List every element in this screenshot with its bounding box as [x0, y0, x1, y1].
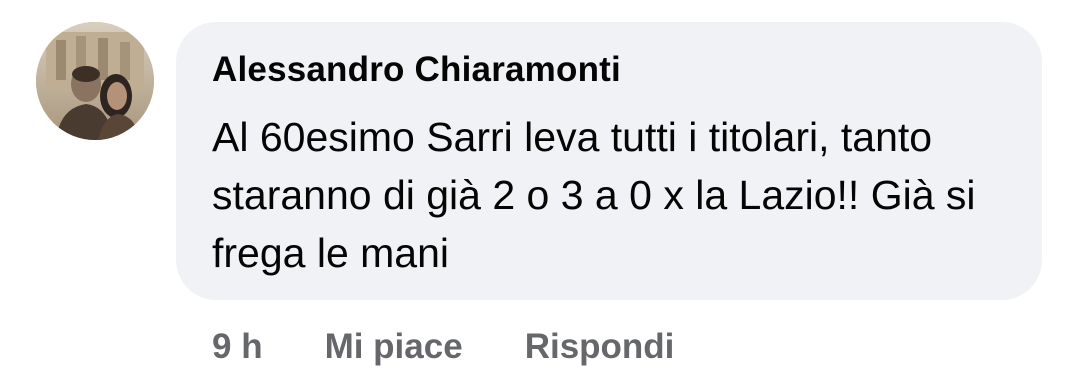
- comment-author[interactable]: Alessandro Chiaramonti: [212, 50, 621, 90]
- avatar[interactable]: [36, 22, 154, 140]
- comment-text: Al 60esimo Sarri leva tutti i titolari, …: [212, 114, 976, 276]
- like-button[interactable]: Mi piace: [325, 327, 463, 367]
- comment-bubble: Alessandro Chiaramonti Al 60esimo Sarri …: [176, 22, 1042, 300]
- reply-button[interactable]: Rispondi: [525, 327, 675, 367]
- comment-timestamp[interactable]: 9 h: [212, 327, 263, 367]
- comment: Alessandro Chiaramonti Al 60esimo Sarri …: [0, 0, 1080, 381]
- comment-actions: 9 h Mi piace Rispondi: [212, 324, 674, 370]
- profile-photo-icon: [36, 22, 154, 140]
